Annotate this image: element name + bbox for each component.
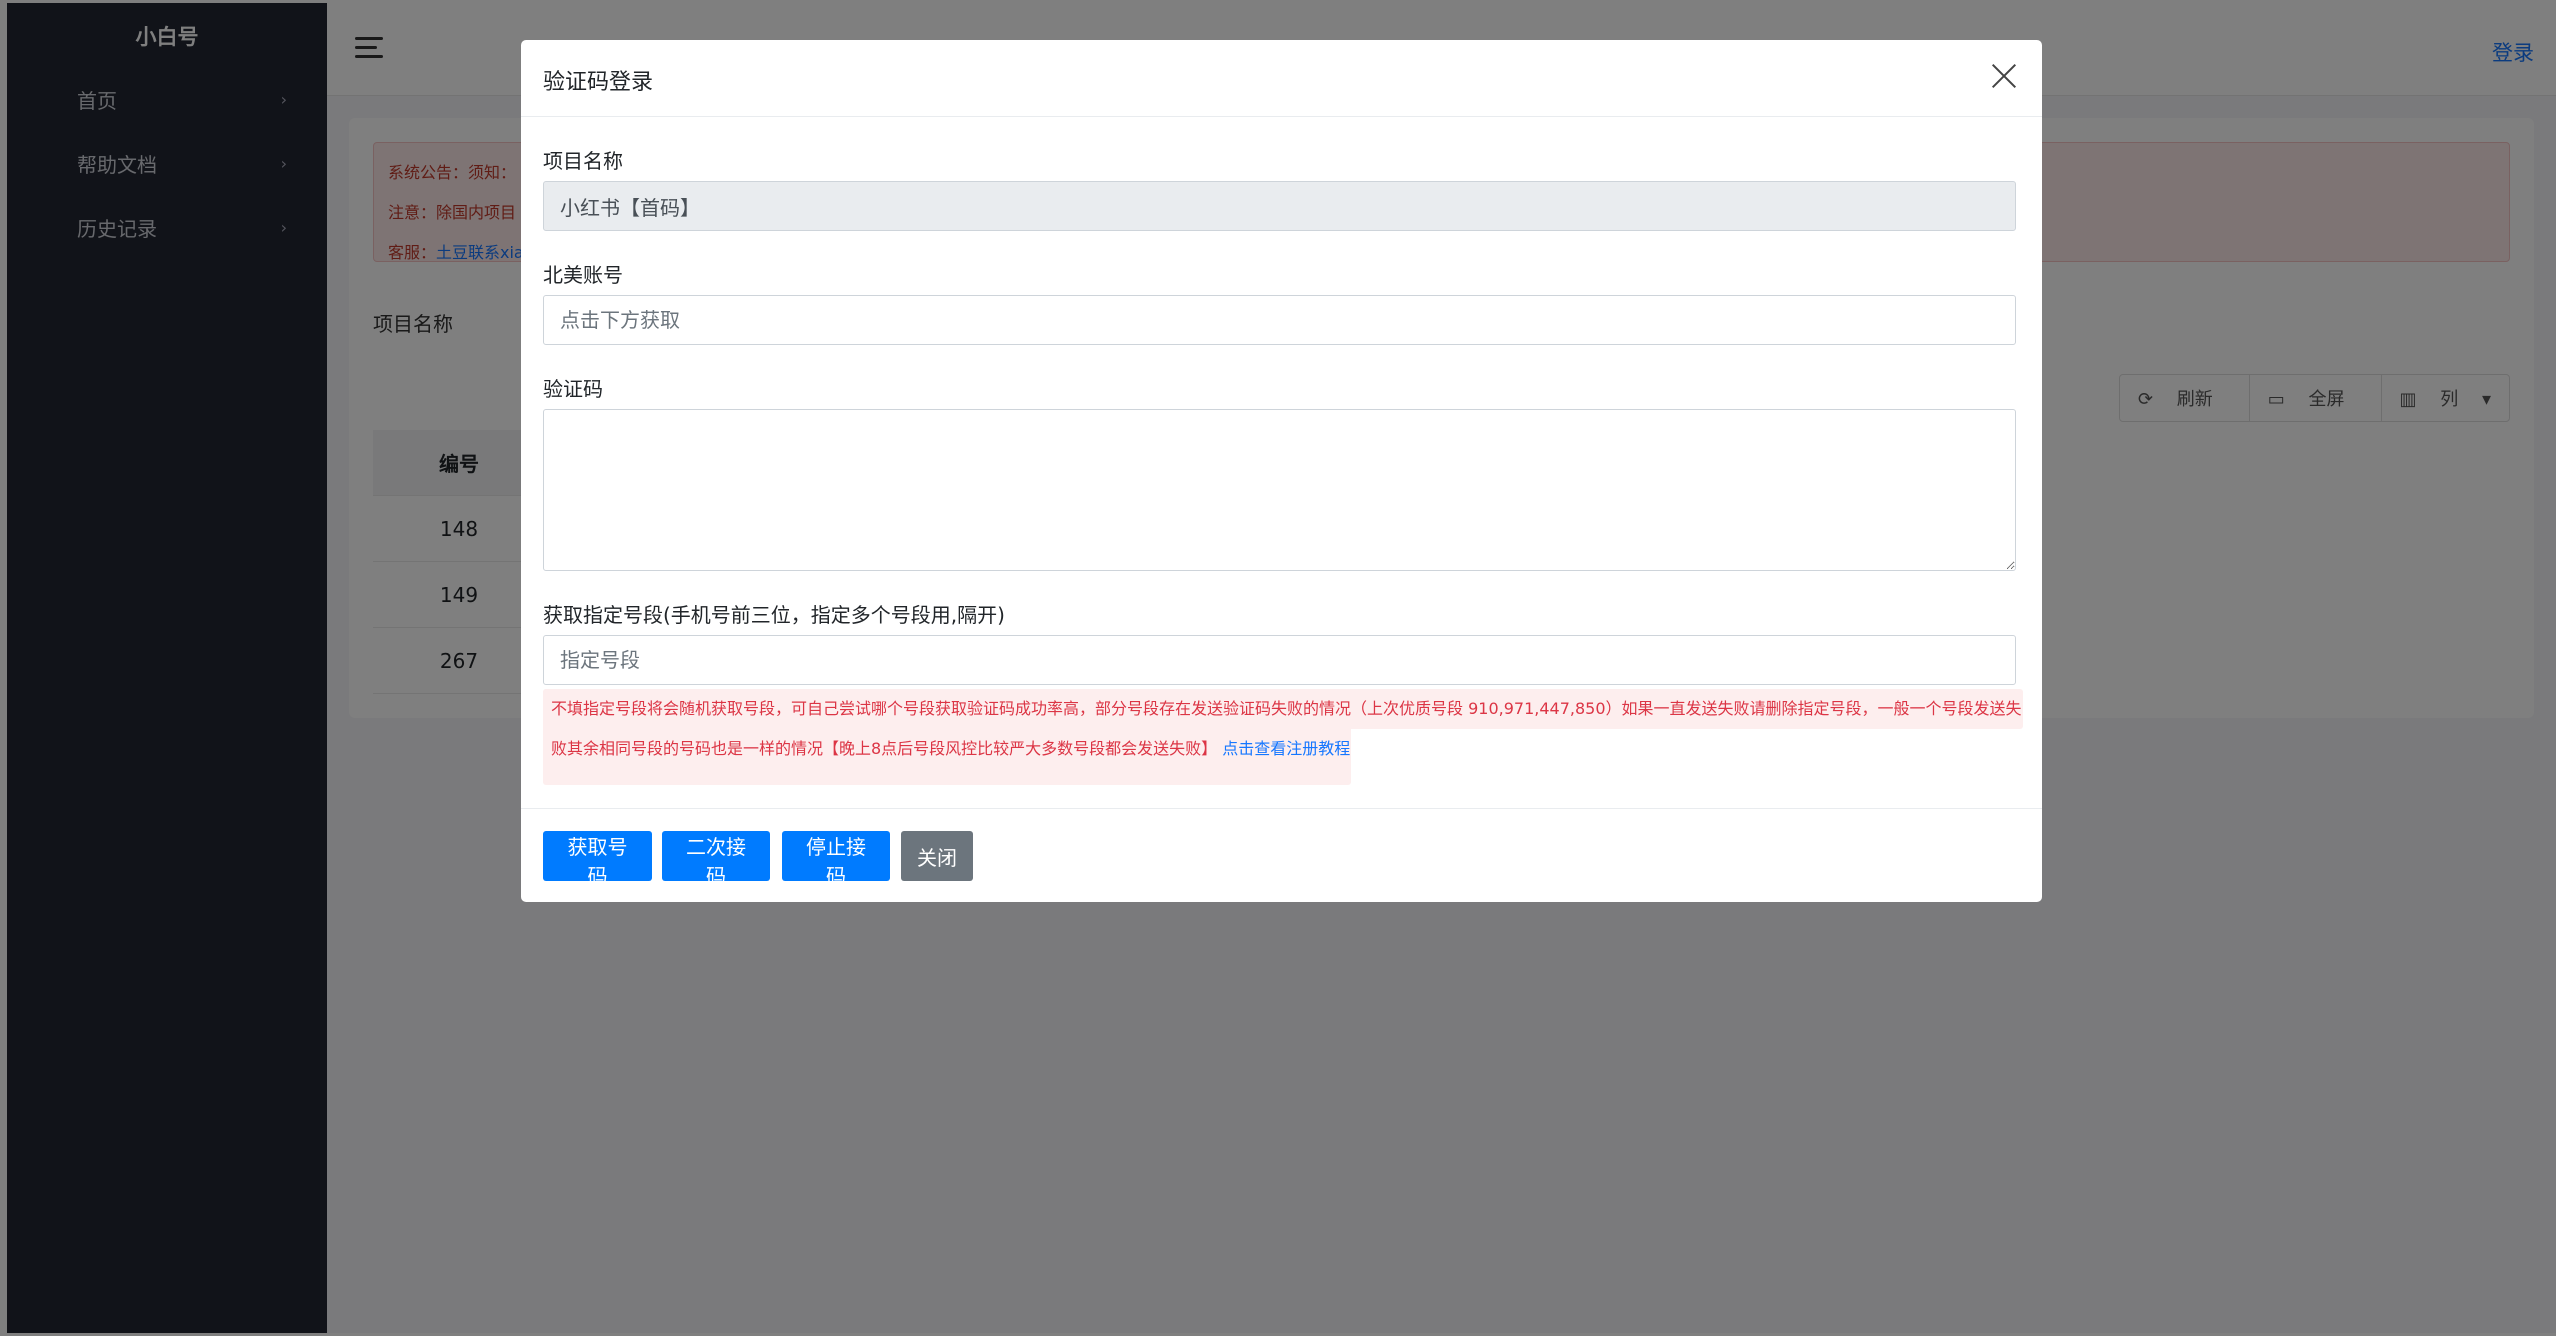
get-number-button[interactable]: 获取号码	[543, 831, 652, 888]
project-input[interactable]	[543, 181, 2016, 231]
tutorial-link[interactable]: 点击查看注册教程	[1222, 739, 1350, 758]
stop-receive-button[interactable]: 停止接码	[782, 831, 890, 888]
code-label: 验证码	[543, 377, 603, 401]
account-label: 北美账号	[543, 263, 623, 287]
close-icon[interactable]	[1986, 58, 2022, 94]
close-button[interactable]: 关闭	[901, 831, 973, 881]
project-label: 项目名称	[543, 149, 623, 173]
hint-line: 不填指定号段将会随机获取号段，可自己尝试哪个号段获取验证码成功率高，部分号段存在…	[551, 699, 2022, 718]
account-input[interactable]	[543, 295, 2016, 345]
hint-line: 败其余相同号段的号码也是一样的情况【晚上8点后号段风控比较严大多数号段都会发送失…	[543, 729, 1350, 769]
segment-label: 获取指定号段(手机号前三位，指定多个号段用,隔开)	[543, 603, 1005, 627]
hint-text: 败其余相同号段的号码也是一样的情况【晚上8点后号段风控比较严大多数号段都会发送失…	[551, 739, 1218, 758]
modal-title: 验证码登录	[543, 70, 654, 95]
code-textarea[interactable]	[543, 409, 2016, 571]
second-receive-button[interactable]: 二次接码	[662, 831, 770, 888]
modal-header: 验证码登录	[521, 40, 2042, 117]
segment-hint: 不填指定号段将会随机获取号段，可自己尝试哪个号段获取验证码成功率高，部分号段存在…	[543, 689, 2022, 785]
segment-input[interactable]	[543, 635, 2016, 685]
sms-login-modal: 验证码登录 项目名称 北美账号 验证码 获取指定号段(手机号前三位，指定多个号段…	[521, 40, 2042, 902]
modal-footer: 获取号码 二次接码 停止接码 关闭	[521, 808, 2042, 903]
